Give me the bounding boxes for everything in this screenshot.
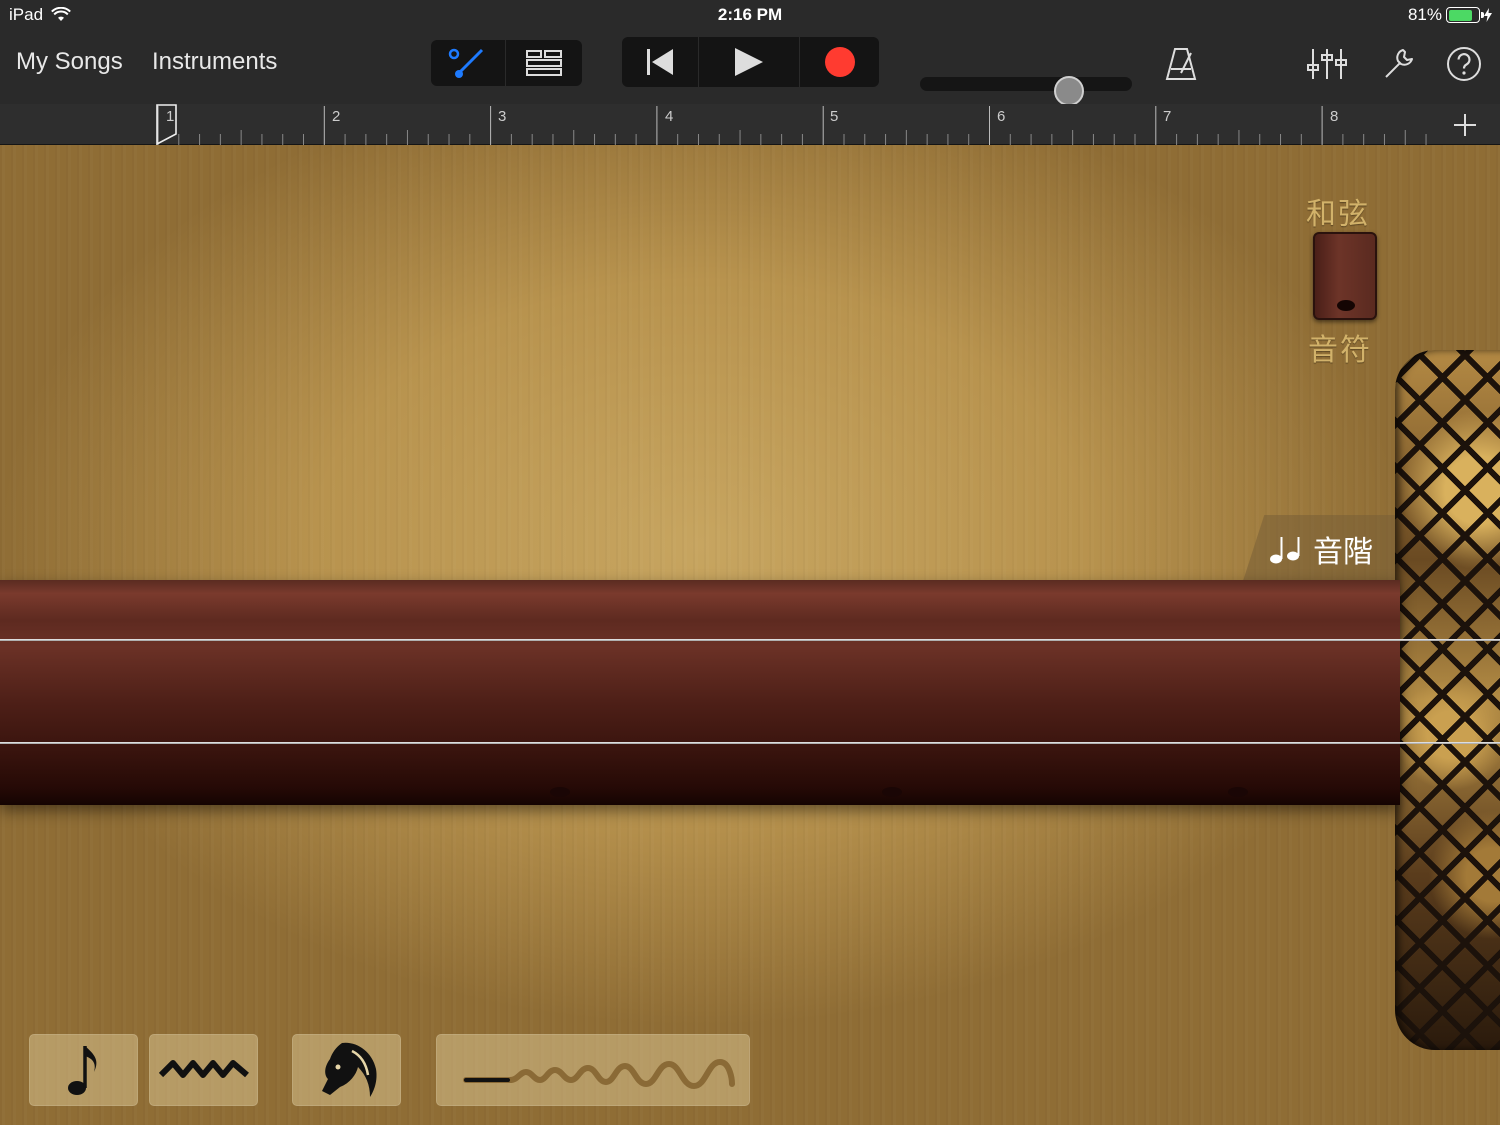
scale-label: 音階 (1313, 535, 1373, 570)
bar-number: 8 (1330, 108, 1339, 125)
single-note-button[interactable] (29, 1034, 138, 1106)
transport-controls (622, 37, 879, 87)
playhead-marker[interactable] (156, 104, 180, 145)
mixer-button[interactable] (1306, 44, 1348, 84)
position-marker (550, 787, 570, 797)
record-button[interactable] (800, 37, 879, 87)
play-icon (735, 48, 763, 76)
help-button[interactable] (1443, 44, 1485, 84)
charging-icon (1484, 8, 1492, 22)
chords-mode-label: 和弦 (1306, 197, 1370, 232)
erhu-string-upper[interactable] (0, 639, 1500, 641)
erhu-string-lower[interactable] (0, 742, 1500, 744)
rewind-button[interactable] (622, 37, 699, 87)
metronome-button[interactable] (1160, 44, 1202, 84)
volume-slider-thumb[interactable] (1054, 76, 1084, 106)
instrument-view-button[interactable] (431, 40, 506, 86)
bar-number: 2 (332, 108, 341, 125)
battery-percent: 81% (1407, 5, 1442, 24)
erhu-instrument-area: 和弦 音符 音階 (0, 145, 1500, 1125)
scale-button[interactable]: 音階 (1243, 515, 1395, 581)
horse-icon (321, 1042, 377, 1097)
go-to-beginning-icon (647, 49, 673, 75)
tracks-icon (526, 50, 562, 76)
timeline-ruler[interactable]: 1 2 3 4 5 6 7 8 (0, 104, 1500, 145)
my-songs-button[interactable]: My Songs (16, 48, 123, 76)
clock: 2:16 PM (717, 5, 783, 24)
tracks-view-button[interactable] (506, 40, 582, 86)
vibrato-button[interactable] (149, 1034, 258, 1106)
horse-whinny-button[interactable] (292, 1034, 401, 1106)
vibrato-icon (158, 1060, 249, 1078)
battery-icon (1446, 7, 1484, 23)
instruments-button[interactable]: Instruments (152, 48, 277, 76)
single-note-icon (67, 1046, 96, 1095)
help-icon (1447, 47, 1481, 81)
wrench-icon (1385, 49, 1413, 78)
ruler-ticks (157, 106, 1427, 145)
position-marker (1228, 787, 1248, 797)
notes-mode-label: 音符 (1308, 333, 1372, 368)
snakeskin-resonator (1395, 350, 1500, 1050)
settings-button[interactable] (1378, 44, 1420, 84)
control-bar: My Songs Instruments (0, 30, 1500, 106)
glissando-icon (463, 1058, 735, 1090)
bar-number: 6 (997, 108, 1006, 125)
view-switcher (431, 40, 582, 86)
erhu-neck[interactable] (0, 580, 1400, 805)
status-bar: iPad 2:16 PM 81% (0, 0, 1500, 30)
smart-controls-icon (448, 48, 484, 78)
bar-number: 3 (498, 108, 507, 125)
add-section-icon[interactable] (1452, 112, 1478, 138)
record-icon (824, 47, 855, 77)
volume-slider-track[interactable] (920, 77, 1132, 91)
metronome-icon (1165, 48, 1197, 80)
bar-number: 4 (665, 108, 674, 125)
play-button[interactable] (699, 37, 800, 87)
chords-notes-toggle[interactable] (1313, 232, 1377, 320)
bar-number: 7 (1163, 108, 1172, 125)
glissando-button[interactable] (436, 1034, 750, 1106)
position-marker (882, 787, 902, 797)
bar-number: 5 (830, 108, 839, 125)
double-notes-icon (1270, 537, 1300, 564)
mixer-sliders-icon (1307, 49, 1347, 79)
